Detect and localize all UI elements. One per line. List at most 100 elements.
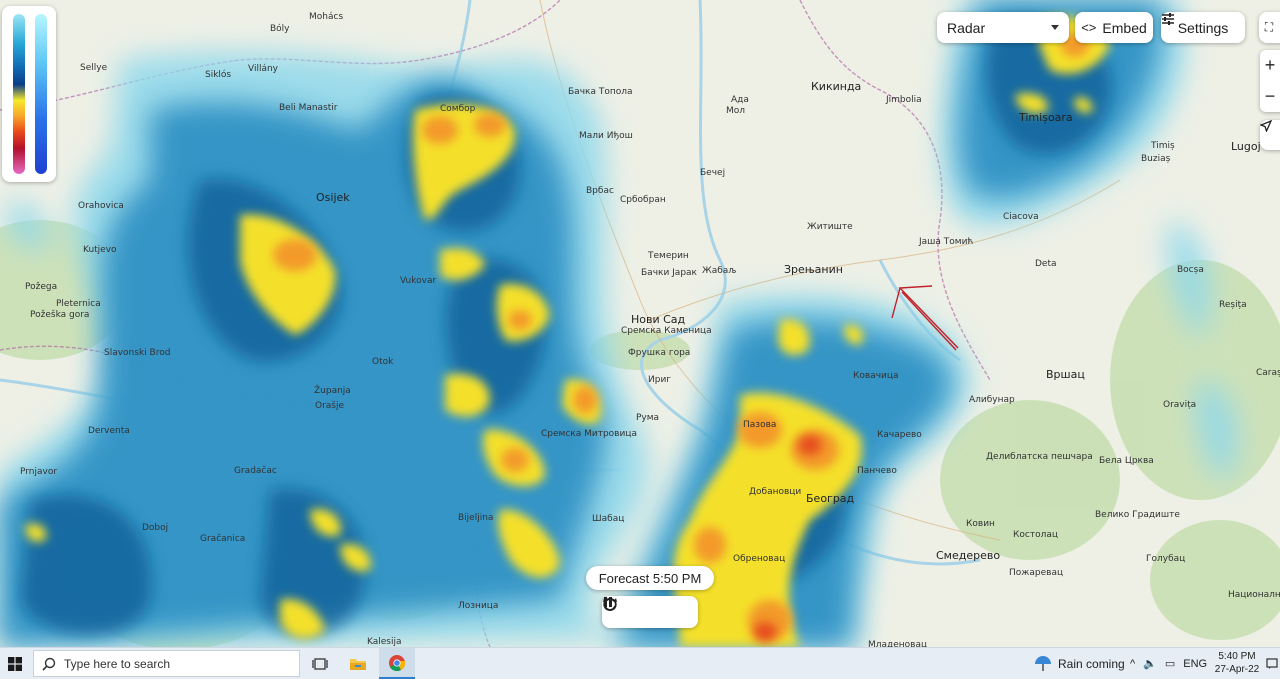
map-label: Timișoara xyxy=(1019,111,1073,124)
map-label: Врбас xyxy=(586,186,614,196)
umbrella-icon xyxy=(1035,655,1051,671)
map-label: Prnjavor xyxy=(20,467,58,477)
map-label: Lugoj xyxy=(1231,140,1261,153)
system-tray[interactable]: ^ 🔈 ▭ ENG xyxy=(1130,648,1207,679)
speaker-icon[interactable]: 🔈 xyxy=(1143,657,1157,670)
map-label: Темерин xyxy=(648,251,689,261)
map-label: Ада xyxy=(731,95,749,105)
precip-scale-icon xyxy=(13,14,25,174)
map-label: Deta xyxy=(1035,259,1057,269)
playback-controls xyxy=(602,596,698,628)
map-label: Мол xyxy=(726,106,746,116)
map-label: Сремска Митровица xyxy=(541,429,637,439)
color-legend[interactable] xyxy=(2,6,56,182)
clock-date: 27-Apr-22 xyxy=(1214,664,1260,675)
map-label: Делиблатска пешчара xyxy=(986,452,1093,462)
taskbar-search[interactable]: Type here to search xyxy=(33,650,300,677)
locate-button[interactable] xyxy=(1260,120,1280,150)
radar-map[interactable]: Mohács Bóly Sellye Siklós Villány Beli Manast… xyxy=(0,0,1280,647)
map-label: Bocșa xyxy=(1177,265,1204,275)
map-label: Качарево xyxy=(877,430,922,440)
map-label: Bijeljina xyxy=(458,513,494,523)
map-label: Buziaș xyxy=(1141,154,1171,164)
map-label: Жабаљ xyxy=(702,266,737,276)
search-placeholder: Type here to search xyxy=(64,656,171,671)
map-label: Gradačac xyxy=(234,466,277,476)
folder-icon xyxy=(350,658,366,670)
map-label: Ириг xyxy=(648,375,672,385)
map-label: Pleternica xyxy=(56,299,101,309)
forecast-time-label: Forecast 5:50 PM xyxy=(586,566,714,590)
zoom-out-button[interactable]: − xyxy=(1260,81,1280,112)
map-label: Timiș xyxy=(1151,141,1175,151)
map-label: Београд xyxy=(806,492,855,505)
map-label: Orahovica xyxy=(78,201,124,211)
chevron-up-icon[interactable]: ^ xyxy=(1130,658,1135,670)
clock-time: 5:40 PM xyxy=(1218,651,1256,662)
weather-widget[interactable]: Rain coming xyxy=(1034,648,1125,679)
settings-button[interactable]: Settings xyxy=(1161,12,1245,43)
map-label: Кикинда xyxy=(811,80,862,93)
map-label: Villány xyxy=(248,64,279,74)
map-label: Костолац xyxy=(1013,530,1058,540)
map-label: Oravița xyxy=(1163,400,1197,410)
map-label: Kutjevo xyxy=(83,245,117,255)
map-label: Ciacova xyxy=(1003,212,1039,222)
map-label: Caraș xyxy=(1256,368,1280,378)
map-label: Sellye xyxy=(80,63,108,73)
pause-button[interactable] xyxy=(604,597,664,626)
layer-select[interactable]: Radar xyxy=(937,12,1069,43)
map-label: Jimbolia xyxy=(886,95,922,105)
map-label: Požeška gora xyxy=(30,310,90,320)
map-label: Вршац xyxy=(1046,368,1085,381)
map-label: Бачки Јарак xyxy=(641,268,697,278)
map-label: Сремска Каменица xyxy=(621,326,712,336)
start-button[interactable] xyxy=(0,648,30,679)
map-label: Нови Сад xyxy=(631,313,686,326)
notification-icon xyxy=(1266,657,1278,669)
windows-taskbar: Type here to search Rain coming ^ 🔈 ▭ EN… xyxy=(0,647,1280,679)
language-indicator[interactable]: ENG xyxy=(1183,658,1207,670)
map-label: Мали Иђош xyxy=(579,131,633,141)
map-label: Beli Manastir xyxy=(279,103,338,113)
step-forward-button[interactable] xyxy=(603,598,696,626)
map-label: Пожаревац xyxy=(1009,568,1064,578)
map-label: Bóly xyxy=(270,24,290,34)
windows-icon xyxy=(8,656,22,671)
map-label: Siklós xyxy=(205,70,232,80)
map-label: Зрењанин xyxy=(784,263,843,276)
embed-button[interactable]: <> Embed xyxy=(1075,12,1153,43)
map-label: Vukovar xyxy=(400,276,437,286)
zoom-in-button[interactable]: + xyxy=(1260,50,1280,81)
clock[interactable]: 5:40 PM 27-Apr-22 xyxy=(1212,650,1262,676)
search-icon xyxy=(42,657,56,671)
map-label: Фрушка гора xyxy=(628,348,691,358)
map-label: Србобран xyxy=(620,195,666,205)
map-label: Рума xyxy=(636,413,660,423)
map-label: Голубац xyxy=(1146,554,1186,564)
zoom-controls: + − xyxy=(1260,50,1280,112)
map-label: Алибунар xyxy=(969,395,1015,405)
chrome-button[interactable] xyxy=(379,648,415,679)
fullscreen-button[interactable]: ⛶ xyxy=(1259,12,1280,43)
task-view-button[interactable] xyxy=(302,648,338,679)
fullscreen-icon: ⛶ xyxy=(1264,20,1274,34)
map-label: Житиште xyxy=(807,222,853,232)
map-label: Лозница xyxy=(458,601,499,611)
map-label: Županja xyxy=(314,386,351,396)
map-label: Бечеј xyxy=(700,168,726,178)
layer-select-value: Radar xyxy=(947,19,986,36)
map-label: Reșița xyxy=(1219,300,1247,310)
notifications-button[interactable] xyxy=(1266,648,1280,679)
map-label: Požega xyxy=(25,282,58,292)
file-explorer-button[interactable] xyxy=(340,648,376,679)
map-label: Обреновац xyxy=(733,554,786,564)
map-label: Gračanica xyxy=(200,534,246,544)
network-icon[interactable]: ▭ xyxy=(1165,657,1175,670)
map-label: Osijek xyxy=(316,191,350,204)
settings-label: Settings xyxy=(1177,19,1229,36)
map-label: Добановци xyxy=(749,487,802,497)
map-label: Смедерево xyxy=(936,549,1001,562)
task-view-icon xyxy=(312,657,328,670)
snow-scale-icon xyxy=(35,14,47,174)
